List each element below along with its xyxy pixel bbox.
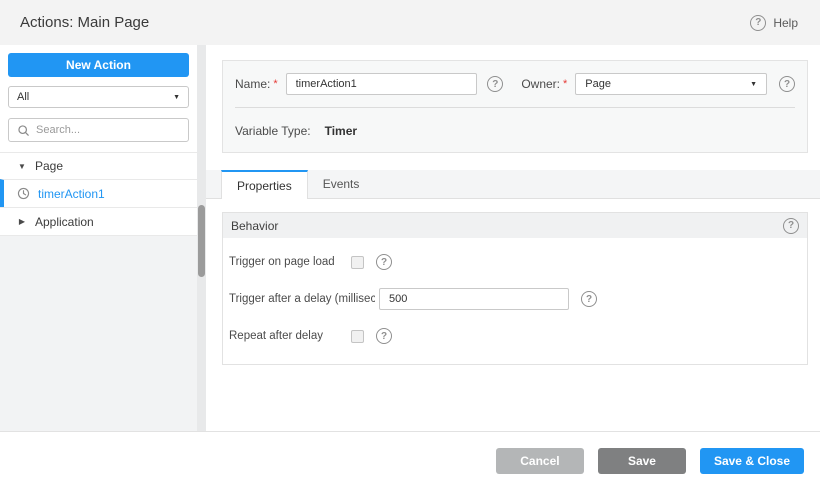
actions-dialog: Actions: Main Page ? Help New Action All…: [0, 0, 820, 490]
dialog-footer: Cancel Save Save & Close: [0, 431, 820, 490]
chevron-down-icon: ▼: [173, 93, 180, 101]
search-input[interactable]: [36, 124, 180, 136]
trigger-after-delay-label: Trigger after a delay (millisec…: [229, 293, 375, 305]
name-required-marker: *: [273, 78, 278, 90]
tree-item-timeraction1[interactable]: timerAction1: [0, 179, 197, 207]
save-and-close-button[interactable]: Save & Close: [699, 448, 804, 474]
repeat-after-delay-checkbox[interactable]: [351, 329, 364, 343]
search-box[interactable]: [8, 118, 189, 142]
variable-type-value: Timer: [324, 124, 358, 138]
tree-item-application[interactable]: ▶ Application: [0, 207, 197, 235]
help-link[interactable]: ? Help: [750, 14, 798, 31]
help-label: Help: [773, 15, 798, 30]
trigger-on-page-load-checkbox[interactable]: [351, 255, 364, 269]
variable-type-label: Variable Type:: [235, 124, 311, 138]
action-info-panel: Name: * ? Owner: * Page ▼ ? Variable Typ…: [222, 60, 808, 153]
actions-tree: ▼ Page timerAction1 ▶ Application: [0, 152, 197, 236]
trigger-on-page-load-label: Trigger on page load: [229, 256, 335, 268]
behavior-section-body: Trigger on page load ? Trigger after a d…: [223, 238, 807, 364]
dialog-body: New Action All ▼ Search... ▼ Page timerA…: [0, 45, 820, 431]
new-action-button[interactable]: New Action: [8, 53, 189, 77]
name-owner-row: Name: * ? Owner: * Page ▼ ?: [235, 73, 795, 95]
trigger-after-delay-help-icon[interactable]: ?: [581, 291, 597, 307]
repeat-after-delay-row: Repeat after delay ?: [229, 325, 799, 347]
delay-milliseconds-input[interactable]: [379, 288, 569, 310]
main-panel: Name: * ? Owner: * Page ▼ ? Variable Typ…: [206, 45, 820, 431]
clock-icon: [17, 187, 30, 200]
sidebar-scrollbar-thumb[interactable]: [198, 205, 205, 277]
behavior-section-header: Behavior ?: [223, 213, 807, 238]
repeat-after-delay-label: Repeat after delay: [229, 330, 323, 342]
variable-type-row: Variable Type: Timer: [235, 124, 795, 138]
cancel-button[interactable]: Cancel: [495, 448, 584, 474]
trigger-on-page-load-help-icon[interactable]: ?: [376, 254, 392, 270]
owner-value: Page: [585, 78, 611, 90]
behavior-help-icon[interactable]: ?: [783, 217, 799, 234]
tab-events[interactable]: Events: [308, 170, 375, 198]
sidebar-content: New Action All ▼ Search... ▼ Page timerA…: [0, 45, 206, 236]
sidebar-controls: New Action All ▼: [0, 45, 197, 152]
sidebar-scrollbar-track[interactable]: [197, 45, 206, 431]
tab-properties[interactable]: Properties: [221, 170, 308, 199]
collapsed-triangle-icon: ▶: [18, 217, 26, 226]
dialog-header: Actions: Main Page ? Help: [0, 0, 820, 45]
behavior-title: Behavior: [231, 218, 279, 233]
save-button[interactable]: Save: [597, 448, 686, 474]
actions-sidebar: New Action All ▼ Search... ▼ Page timerA…: [0, 45, 206, 431]
page-title: Actions: Main Page: [20, 14, 150, 31]
name-help-icon[interactable]: ?: [487, 76, 504, 92]
tree-item-label: Page: [35, 159, 64, 173]
tree-item-label: Application: [35, 214, 94, 229]
repeat-after-delay-help-icon[interactable]: ?: [376, 328, 392, 344]
name-input[interactable]: [285, 73, 478, 95]
owner-label: Owner:: [521, 77, 561, 91]
owner-required-marker: *: [563, 78, 568, 90]
tree-item-page[interactable]: ▼ Page: [0, 152, 197, 179]
chevron-down-icon: ▼: [750, 80, 757, 88]
trigger-on-page-load-row: Trigger on page load ?: [229, 251, 799, 273]
trigger-after-delay-row: Trigger after a delay (millisec… ?: [229, 288, 799, 310]
owner-help-icon[interactable]: ?: [779, 76, 795, 92]
help-icon: ?: [750, 14, 767, 31]
behavior-section: Behavior ? Trigger on page load ? Trigge…: [222, 212, 808, 365]
form-divider: [235, 107, 795, 108]
tab-bar: Properties Events: [206, 170, 820, 199]
expanded-triangle-icon: ▼: [18, 161, 26, 171]
tree-item-label: timerAction1: [38, 186, 105, 201]
name-label: Name:: [235, 77, 271, 91]
owner-select[interactable]: Page ▼: [575, 73, 767, 95]
filter-dropdown[interactable]: All ▼: [8, 86, 189, 108]
search-icon: [17, 124, 30, 137]
filter-value: All: [17, 91, 30, 103]
